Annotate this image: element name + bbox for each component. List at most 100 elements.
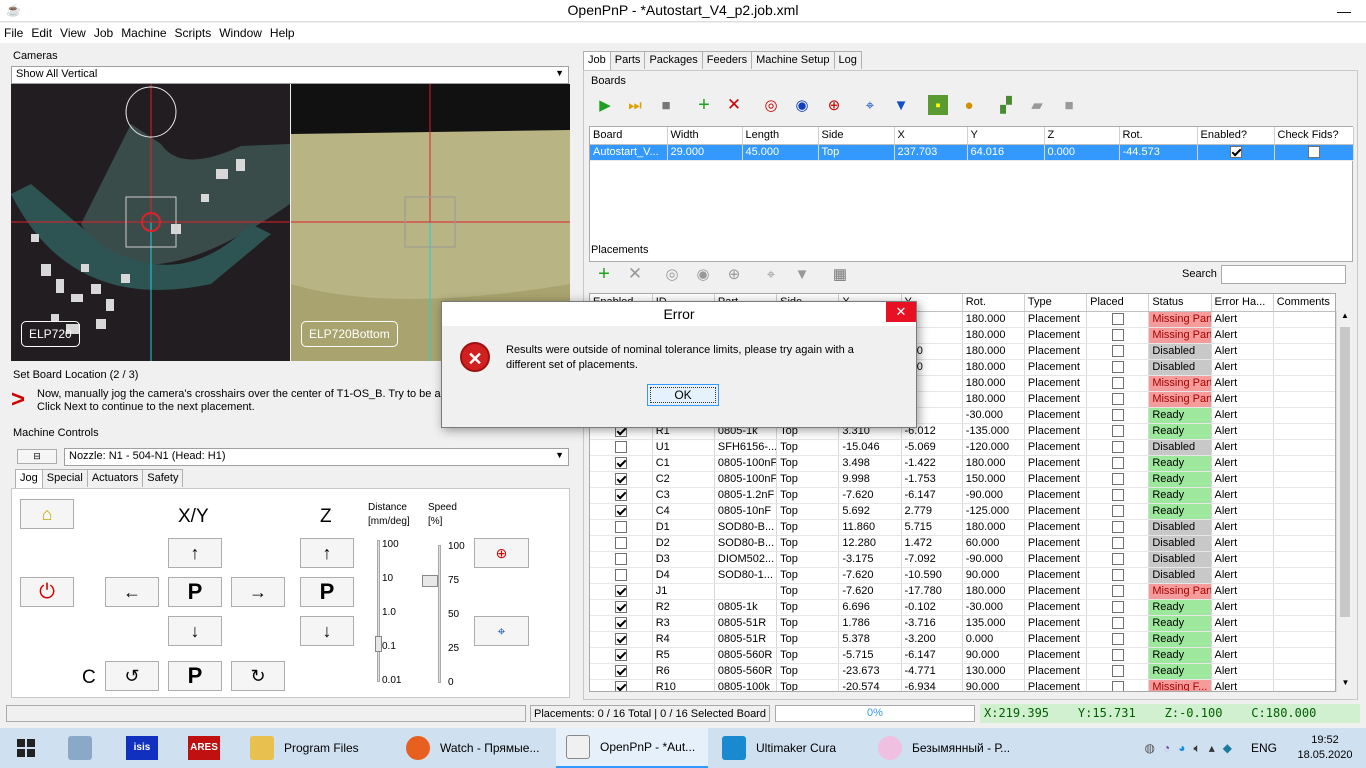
distance-slider-handle[interactable]	[375, 636, 382, 652]
placement-placed-checkbox[interactable]	[1111, 505, 1124, 518]
tray-skype-icon[interactable]: ◕	[1178, 741, 1185, 755]
placement-enabled-checkbox[interactable]	[614, 521, 627, 534]
col-board[interactable]: Board	[590, 127, 668, 145]
nozzle-select[interactable]: Nozzle: N1 - 504-N1 (Head: H1) ▼	[64, 448, 569, 466]
ares-taskbar-icon[interactable]: ARES	[178, 728, 234, 768]
menu-edit[interactable]: Edit	[27, 23, 56, 40]
language-indicator[interactable]: ENG	[1248, 728, 1280, 768]
col-error-handling[interactable]: Error Ha...	[1211, 294, 1274, 312]
jog-x-minus-button[interactable]: ←	[105, 577, 159, 607]
placement-placed-checkbox[interactable]	[1111, 361, 1124, 374]
placements-scrollbar[interactable]: ▲ ▼	[1336, 311, 1353, 692]
placement-row[interactable]: D2 SOD80-B... Top 12.280 1.472 60.000 Placemen…	[590, 535, 1335, 552]
placement-placed-checkbox[interactable]	[1111, 681, 1124, 691]
placement-enabled-checkbox[interactable]	[614, 633, 627, 646]
placement-enabled-checkbox[interactable]	[614, 665, 627, 678]
col-x[interactable]: X	[894, 127, 968, 145]
tab-special[interactable]: Special	[41, 469, 88, 487]
remove-placement-icon[interactable]: ✕	[625, 264, 645, 284]
scroll-up-icon[interactable]: ▲	[1337, 311, 1353, 325]
placement-row[interactable]: D1 SOD80-B... Top 11.860 5.715 180.000 Placeme…	[590, 519, 1335, 536]
placement-row[interactable]: R3 0805-51R Top 1.786 -3.716 135.000 Placement…	[590, 615, 1335, 632]
menu-machine[interactable]: Machine	[117, 23, 170, 40]
col-check-fids[interactable]: Check Fids?	[1274, 127, 1354, 145]
speed-slider-handle[interactable]	[422, 575, 438, 587]
placement-enabled-checkbox[interactable]	[614, 473, 627, 486]
fiducial-check-icon[interactable]: ●	[959, 95, 979, 115]
placement-placed-checkbox[interactable]	[1111, 665, 1124, 678]
jog-y-plus-button[interactable]: ↑	[168, 538, 222, 568]
nozzle-pick-button[interactable]: ⊕	[474, 538, 529, 568]
jog-y-minus-button[interactable]: ↓	[168, 616, 222, 646]
placement-placed-checkbox[interactable]	[1111, 409, 1124, 422]
placement-enabled-checkbox[interactable]	[614, 457, 627, 470]
placement-row[interactable]: C3 0805-1.2nF Top -7.620 -6.147 -90.000 Placem…	[590, 487, 1335, 504]
collapse-button[interactable]: ⊟	[17, 449, 57, 464]
clock[interactable]: 19:52 18.05.2020	[1290, 728, 1360, 768]
start-job-icon[interactable]: ▶	[595, 95, 615, 115]
placement-row[interactable]: C4 0805-10nF Top 5.692 2.779 -125.000 Placemen…	[590, 503, 1335, 520]
tray-volume-icon[interactable]: 🔈︎	[1194, 741, 1201, 756]
placement-row[interactable]: C1 0805-100nF Top 3.498 -1.422 180.000 Placeme…	[590, 455, 1335, 472]
placement-enabled-checkbox[interactable]	[614, 681, 627, 691]
board-panel-icon[interactable]: ▰	[1027, 95, 1047, 115]
camera-view-select[interactable]: Show All Vertical ▼	[11, 66, 569, 84]
placement-placed-checkbox[interactable]	[1111, 569, 1124, 582]
placement-placed-checkbox[interactable]	[1111, 473, 1124, 486]
placement-row[interactable]: R10 0805-100k Top -20.574 -6.934 90.000 Placem…	[590, 679, 1335, 691]
next-arrow-icon[interactable]: >	[11, 388, 25, 412]
placement-placed-checkbox[interactable]	[1111, 425, 1124, 438]
taskbar-firefox[interactable]: Watch - Прямые...	[396, 728, 552, 768]
taskbar-cura[interactable]: Ultimaker Cura	[712, 728, 864, 768]
placement-placed-checkbox[interactable]	[1111, 633, 1124, 646]
placement-row[interactable]: D4 SOD80-1... Top -7.620 -10.590 90.000 Placem…	[590, 567, 1335, 584]
taskbar-openpnp[interactable]: OpenPnP - *Aut...	[556, 728, 708, 768]
tab-log[interactable]: Log	[833, 51, 862, 69]
board-check-fids-checkbox[interactable]	[1307, 146, 1320, 159]
dialog-close-button[interactable]: ✕	[886, 302, 916, 322]
col-type[interactable]: Type	[1024, 294, 1088, 312]
isis-taskbar-icon[interactable]: isis	[116, 728, 172, 768]
scroll-down-icon[interactable]: ▼	[1337, 678, 1354, 692]
remove-board-icon[interactable]: ✕	[724, 95, 744, 115]
dialog-ok-button[interactable]: OK	[647, 384, 719, 406]
tray-wifi-icon[interactable]: ▴	[1209, 741, 1215, 755]
placement-row[interactable]: J1 Top -7.620 -17.780 180.000 Placement Missin…	[590, 583, 1335, 600]
park-z-button[interactable]: P	[300, 577, 354, 607]
home-button[interactable]: ⌂	[20, 499, 74, 529]
placement-placed-checkbox[interactable]	[1111, 649, 1124, 662]
placement-placed-checkbox[interactable]	[1111, 601, 1124, 614]
tab-feeders[interactable]: Feeders	[701, 51, 753, 69]
jog-x-plus-button[interactable]: →	[231, 577, 285, 607]
placement-enabled-checkbox[interactable]	[614, 617, 627, 630]
placement-enabled-checkbox[interactable]	[614, 649, 627, 662]
board-fiducial-icon[interactable]: ◉	[792, 95, 812, 115]
col-comments[interactable]: Comments	[1273, 294, 1335, 312]
placement-row[interactable]: R4 0805-51R Top 5.378 -3.200 0.000 Placement Re…	[590, 631, 1335, 648]
board-disabled-icon[interactable]: ■	[1059, 95, 1079, 115]
col-rot[interactable]: Rot.	[962, 294, 1025, 312]
power-button[interactable]: ⏻	[20, 577, 74, 607]
col-length[interactable]: Length	[742, 127, 819, 145]
menu-scripts[interactable]: Scripts	[171, 23, 216, 40]
search-input[interactable]	[1221, 265, 1346, 284]
menu-help[interactable]: Help	[266, 23, 299, 40]
placement-row[interactable]: R2 0805-1k Top 6.696 -0.102 -30.000 Placement R…	[590, 599, 1335, 616]
step-job-icon[interactable]: ⏭	[625, 95, 645, 115]
placement-enabled-checkbox[interactable]	[614, 441, 627, 454]
menu-file[interactable]: File	[0, 23, 27, 40]
placement-enabled-checkbox[interactable]	[614, 489, 627, 502]
placement-row[interactable]: D3 DIOM502... Top -3.175 -7.092 -90.000 Placem…	[590, 551, 1335, 568]
placement-placed-checkbox[interactable]	[1111, 393, 1124, 406]
add-placement-icon[interactable]: +	[594, 263, 614, 285]
minimize-button[interactable]: —	[1322, 0, 1366, 22]
capture-placement-icon[interactable]: ⌖	[761, 264, 781, 284]
tab-parts[interactable]: Parts	[609, 51, 646, 69]
calculator-taskbar-icon[interactable]	[56, 728, 104, 768]
placement-placed-checkbox[interactable]	[1111, 329, 1124, 342]
camera-position-button[interactable]: ⌖	[474, 616, 529, 646]
nozzle-to-placement-icon[interactable]: ⊕	[724, 264, 744, 284]
placement-filter-icon[interactable]: ▼	[792, 264, 812, 284]
placement-placed-checkbox[interactable]	[1111, 457, 1124, 470]
menu-window[interactable]: Window	[215, 23, 266, 40]
